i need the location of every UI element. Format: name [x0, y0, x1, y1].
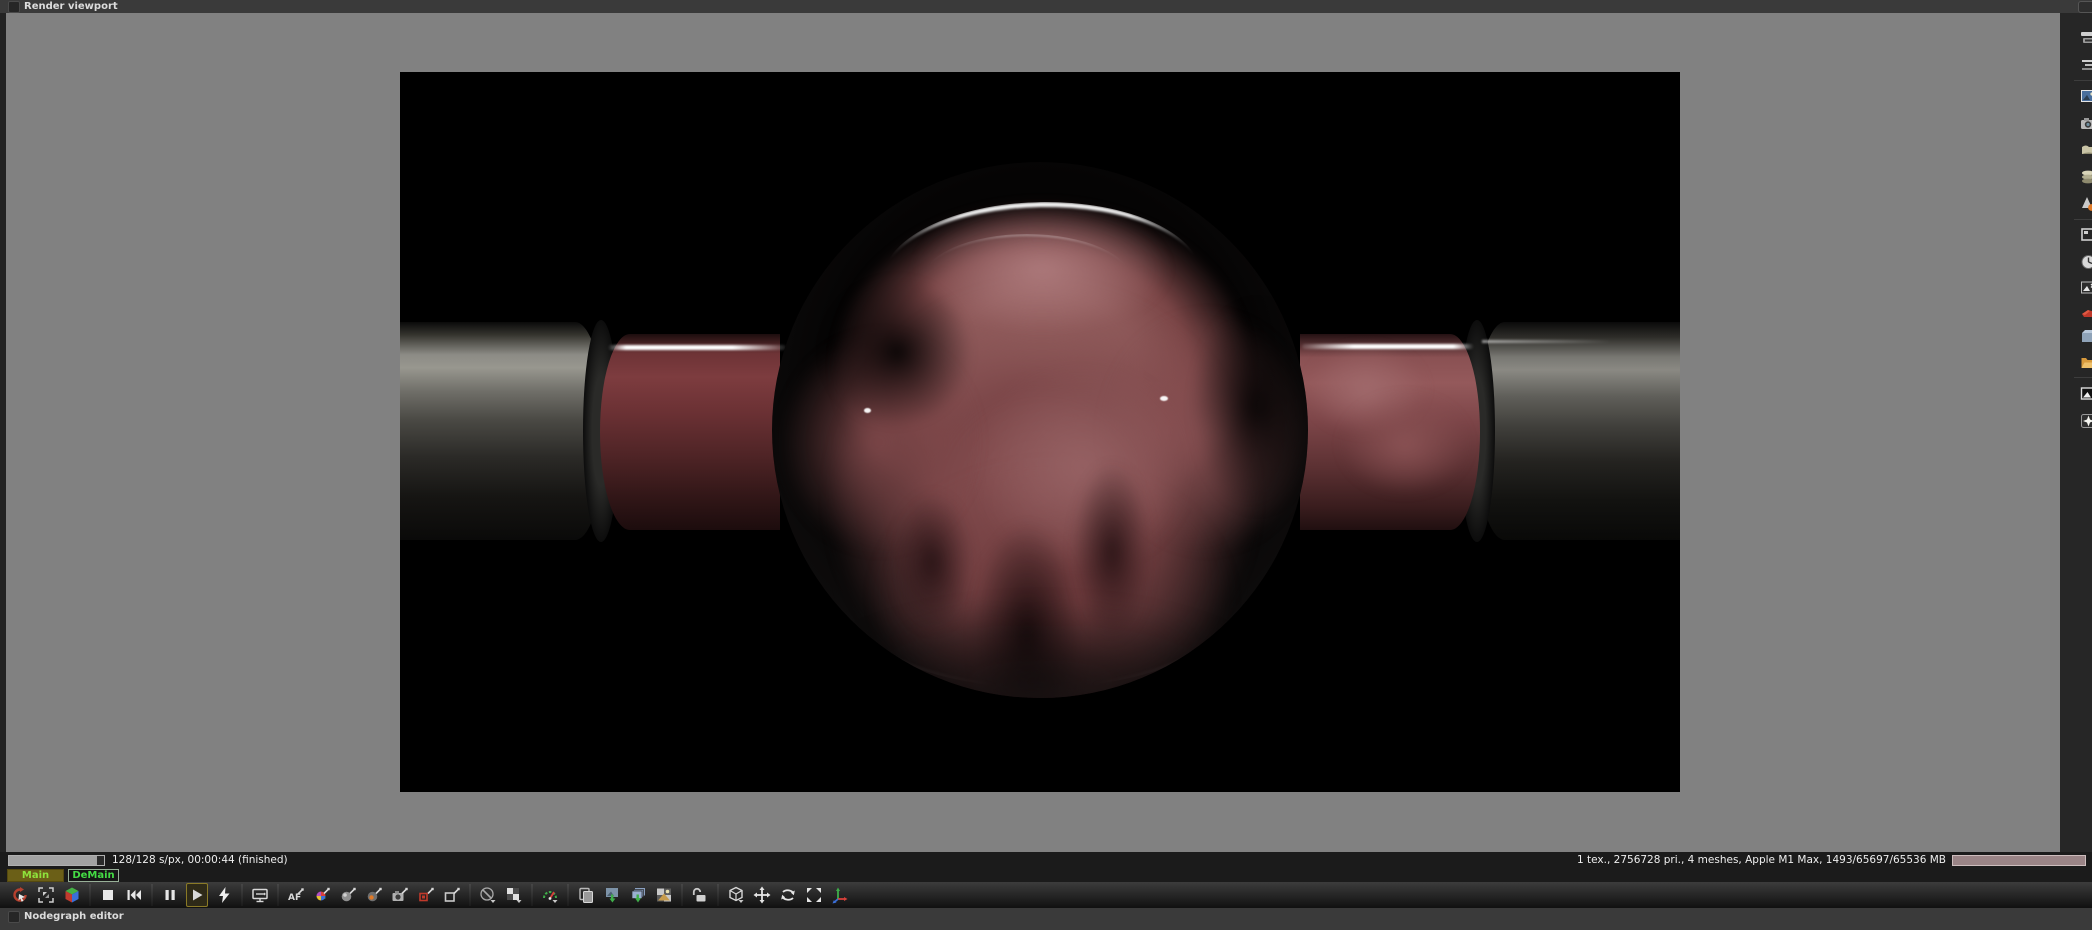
memory-usage-bar [1952, 855, 2086, 866]
render-glass-tube-left [600, 334, 780, 530]
realtime-render-icon[interactable] [214, 884, 234, 906]
toolbar-separator [717, 884, 719, 906]
render-progress-text: 128/128 s/px, 00:00:44 (finished) [112, 854, 288, 866]
framing-icon[interactable] [2080, 226, 2092, 244]
render-glass-sphere [772, 162, 1308, 698]
object-picker-icon[interactable] [416, 884, 436, 906]
restart-render-icon[interactable] [124, 884, 144, 906]
save-render-passes-icon[interactable] [628, 884, 648, 906]
subsampling-display-icon[interactable] [250, 884, 270, 906]
orbit-tool-icon[interactable] [778, 884, 798, 906]
camera-picker-icon[interactable] [390, 884, 410, 906]
render-progress-fill [9, 856, 98, 865]
tab-demain[interactable]: DeMain [68, 869, 119, 882]
status-bar: 128/128 s/px, 00:00:44 (finished) 1 tex.… [0, 852, 2092, 869]
image-adjustment-icon[interactable] [2080, 279, 2092, 297]
render-target-icon[interactable] [2080, 29, 2092, 47]
render-image[interactable] [400, 72, 1680, 792]
star-effect-icon[interactable] [2080, 412, 2092, 430]
material-picker-icon[interactable] [338, 884, 358, 906]
world-axes-icon[interactable] [830, 884, 850, 906]
lock-viewport-icon[interactable] [690, 884, 710, 906]
toolbar-separator [469, 884, 471, 906]
viewport-toolbar: AF [0, 882, 2092, 908]
render-target-tabs: Main DeMain [0, 869, 2092, 882]
fit-resolution-icon[interactable] [36, 884, 56, 906]
start-render-icon[interactable] [186, 883, 208, 907]
toolbar-separator [241, 884, 243, 906]
recenter-view-icon[interactable] [10, 884, 30, 906]
render-priority-gauge-icon[interactable] [540, 884, 560, 906]
collapse-panel-icon[interactable] [8, 911, 20, 923]
panel-corner-tab [2078, 1, 2092, 13]
collapse-panel-icon[interactable] [8, 1, 20, 13]
toolbar-separator [277, 884, 279, 906]
render-region-picker-icon[interactable] [442, 884, 462, 906]
fit-to-view-icon[interactable] [804, 884, 824, 906]
material-library-icon[interactable] [2080, 141, 2092, 159]
stop-render-icon[interactable] [98, 884, 118, 906]
red-material-icon[interactable] [2080, 302, 2092, 320]
nodegraph-titlebar: Nodegraph editor [0, 908, 2092, 930]
render-specular-tube-right [1302, 344, 1474, 349]
file-folder-icon[interactable] [2080, 353, 2092, 371]
nodegraph-title: Nodegraph editor [24, 911, 124, 922]
memory-usage-fill [1953, 856, 2085, 865]
render-metal-pipe-left [400, 322, 605, 540]
toolbar-separator [531, 884, 533, 906]
toolbar-separator [151, 884, 153, 906]
render-specular-tube-left [608, 345, 786, 350]
clay-mode-icon[interactable] [478, 884, 498, 906]
render-priority-cube-icon[interactable] [62, 884, 82, 906]
camera-icon[interactable] [2080, 114, 2092, 132]
set-background-image-icon[interactable] [654, 884, 674, 906]
node-palette-sidebar [2060, 13, 2092, 852]
bw-image-icon[interactable] [2080, 385, 2092, 403]
render-progress-bar [8, 855, 105, 866]
copy-to-clipboard-icon[interactable] [576, 884, 596, 906]
render-specular-pipe-right [1482, 340, 1612, 343]
texture-image-icon[interactable] [2080, 87, 2092, 105]
render-stats-text: 1 tex., 2756728 pri., 4 meshes, Apple M1… [1577, 854, 1946, 866]
camera-navigation-mode-icon[interactable] [726, 884, 746, 906]
tab-main[interactable]: Main [7, 869, 64, 882]
alpha-background-icon[interactable] [504, 884, 524, 906]
object-box-icon[interactable] [2080, 327, 2092, 345]
node-stack-icon[interactable] [2080, 168, 2092, 186]
toolbar-separator [567, 884, 569, 906]
autofocus-picker-icon[interactable]: AF [286, 884, 306, 906]
focus-picker-icon[interactable] [364, 884, 384, 906]
render-metal-pipe-right [1475, 322, 1680, 540]
toolbar-separator [89, 884, 91, 906]
light-icon[interactable] [2080, 195, 2092, 213]
svg-text:AF: AF [288, 893, 301, 903]
pan-tool-icon[interactable] [752, 884, 772, 906]
white-balance-picker-icon[interactable] [312, 884, 332, 906]
render-viewport-canvas[interactable] [6, 13, 2060, 852]
render-layers-icon[interactable] [2080, 56, 2092, 74]
save-image-icon[interactable] [602, 884, 622, 906]
pause-render-icon[interactable] [160, 884, 180, 906]
animation-clock-icon[interactable] [2080, 253, 2092, 271]
render-viewport-titlebar: Render viewport [0, 0, 2092, 13]
toolbar-separator [681, 884, 683, 906]
render-viewport-title: Render viewport [24, 1, 118, 12]
render-glass-tube-right [1300, 334, 1480, 530]
